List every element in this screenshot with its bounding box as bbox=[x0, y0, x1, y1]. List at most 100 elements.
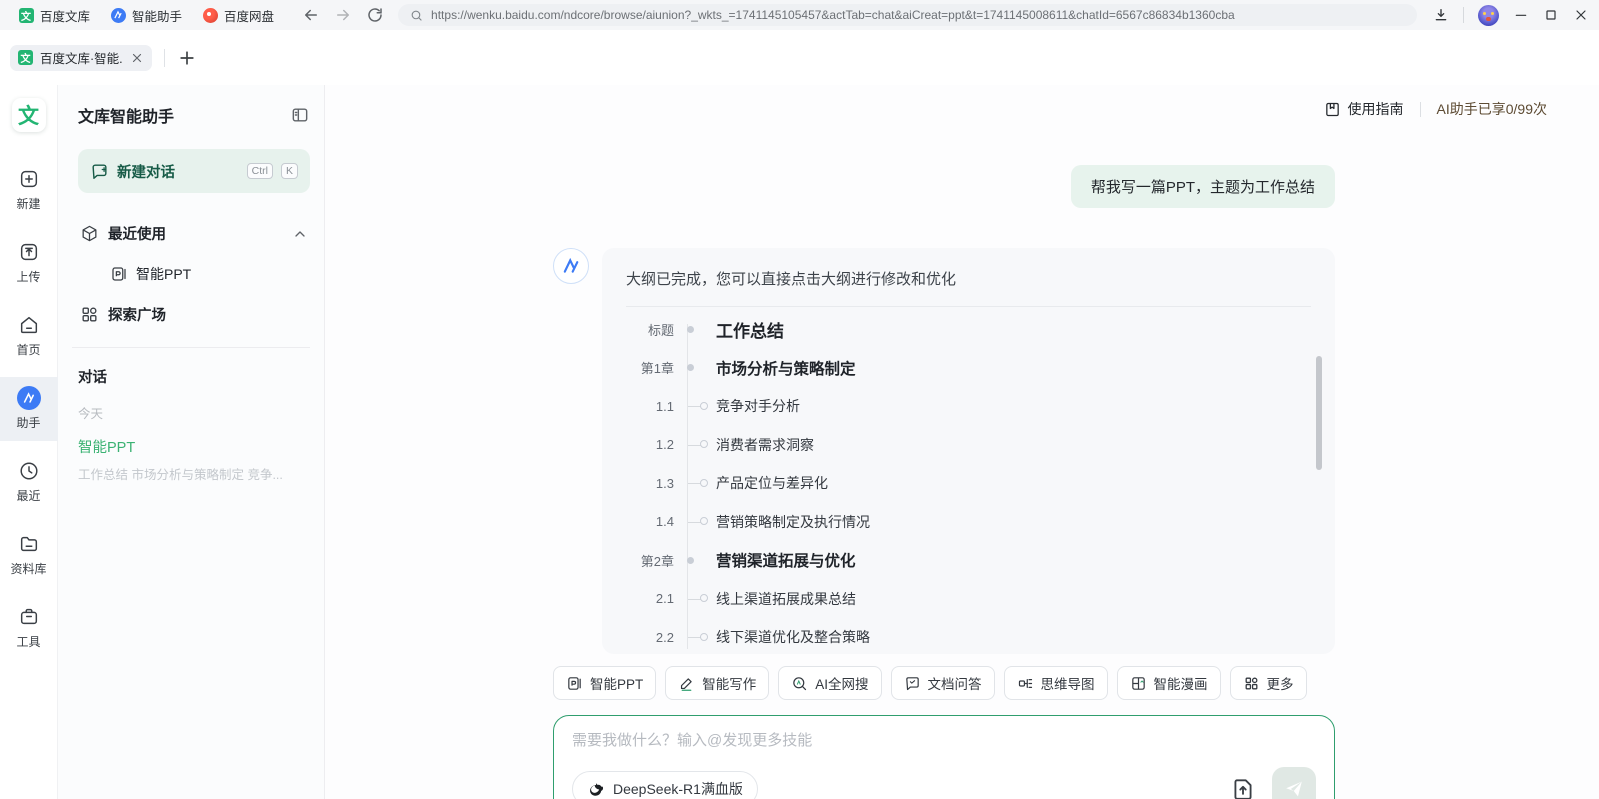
conversation-subtitle: 工作总结 市场分析与策略制定 竞争... bbox=[78, 464, 303, 483]
kbd-ctrl: Ctrl bbox=[247, 163, 273, 179]
outline-row[interactable]: 2.1 线上渠道拓展成果总结 bbox=[626, 580, 1335, 619]
outline-row[interactable]: 1.1 竞争对手分析 bbox=[626, 387, 1335, 426]
rail-item-tools[interactable]: 工具 bbox=[0, 596, 58, 660]
outline-row[interactable]: 第1章 市场分析与策略制定 bbox=[626, 349, 1335, 388]
outline-row[interactable]: 1.3 产品定位与差异化 bbox=[626, 464, 1335, 503]
tab-favicon: 文 bbox=[18, 50, 33, 65]
skill-comic[interactable]: 智能漫画 bbox=[1117, 666, 1221, 700]
more-grid-icon bbox=[1243, 675, 1260, 692]
rail-item-recent[interactable]: 最近 bbox=[0, 450, 58, 514]
divider bbox=[1463, 7, 1464, 23]
bookmark-wenku[interactable]: 文 百度文库 bbox=[10, 3, 98, 28]
new-icon bbox=[17, 167, 41, 191]
outline-row[interactable]: 第2章 营销渠道拓展与优化 bbox=[626, 541, 1335, 580]
deepseek-whale-icon bbox=[587, 780, 605, 798]
url-search-icon bbox=[410, 9, 423, 22]
rail-item-new[interactable]: 新建 bbox=[0, 158, 58, 222]
ppt-outline: 标题 工作总结 第1章 市场分析与策略制定 1.1 竞争对手分析 bbox=[626, 310, 1335, 654]
address-bar[interactable]: https://wenku.baidu.com/ndcore/browse/ai… bbox=[398, 4, 1417, 26]
assistant-icon bbox=[17, 386, 41, 410]
left-rail: 文 新建 上传 首页 助手 最近 资料库 工具 bbox=[0, 85, 58, 799]
user-message-bubble: 帮我写一篇PPT，主题为工作总结 bbox=[1071, 165, 1335, 208]
kbd-k: K bbox=[281, 163, 298, 179]
upload-icon bbox=[17, 240, 41, 264]
new-tab-icon[interactable] bbox=[177, 48, 197, 68]
home-icon bbox=[17, 313, 41, 337]
minimize-icon[interactable] bbox=[1513, 7, 1529, 23]
comic-icon bbox=[1130, 675, 1147, 692]
outline-row[interactable]: 标题 工作总结 bbox=[626, 310, 1335, 349]
forward-icon[interactable] bbox=[334, 6, 352, 24]
skill-doc-qa[interactable]: 文档问答 bbox=[891, 666, 995, 700]
chat-input[interactable] bbox=[572, 732, 1316, 749]
usage-guide-button[interactable]: 使用指南 bbox=[1324, 99, 1404, 119]
ai-assistant-avatar bbox=[553, 248, 589, 284]
netdisk-logo-icon bbox=[202, 7, 218, 23]
sidebar-item-explore[interactable]: 探索广场 bbox=[78, 294, 310, 335]
send-button[interactable] bbox=[1272, 767, 1316, 799]
close-icon[interactable] bbox=[1573, 7, 1589, 23]
chat-composer: DeepSeek-R1满血版 bbox=[553, 715, 1335, 799]
bookmark-assistant[interactable]: 智能助手 bbox=[102, 3, 190, 28]
assistant-sidebar: 文库智能助手 新建对话 Ctrl K 最近使用 智能PPT 探索广场 对话 今天… bbox=[58, 85, 325, 799]
model-name: DeepSeek-R1满血版 bbox=[613, 779, 743, 799]
search-icon bbox=[791, 675, 808, 692]
attach-file-icon[interactable] bbox=[1230, 776, 1256, 799]
conversations-date-group: 今天 bbox=[78, 393, 310, 426]
ai-message-text: 大纲已完成，您可以直接点击大纲进行修改和优化 bbox=[626, 268, 1335, 289]
chevron-up-icon[interactable] bbox=[292, 226, 308, 242]
outline-scrollbar[interactable] bbox=[1316, 356, 1322, 470]
maximize-icon[interactable] bbox=[1543, 7, 1559, 23]
bookmark-label: 智能助手 bbox=[132, 6, 182, 25]
sidebar-item-smart-ppt[interactable]: 智能PPT bbox=[78, 254, 310, 294]
ai-message-card: 大纲已完成，您可以直接点击大纲进行修改和优化 标题 工作总结 第1章 市场分 bbox=[602, 248, 1335, 654]
assistant-logo-icon bbox=[110, 7, 126, 23]
wenku-app-logo[interactable]: 文 bbox=[12, 98, 46, 132]
bookmark-netdisk[interactable]: 百度网盘 bbox=[194, 3, 282, 28]
rail-item-assistant[interactable]: 助手 bbox=[0, 377, 58, 441]
ppt-icon bbox=[110, 265, 128, 283]
collapse-panel-icon[interactable] bbox=[290, 105, 310, 125]
rail-item-upload[interactable]: 上传 bbox=[0, 231, 58, 295]
ppt-icon bbox=[566, 675, 583, 692]
bookmark-label: 百度网盘 bbox=[224, 6, 274, 25]
skill-more[interactable]: 更多 bbox=[1230, 666, 1307, 700]
divider bbox=[164, 49, 165, 67]
divider bbox=[626, 306, 1311, 307]
conversation-item[interactable]: 智能PPT 工作总结 市场分析与策略制定 竞争... bbox=[78, 426, 310, 487]
sidebar-title: 文库智能助手 bbox=[78, 103, 174, 127]
model-selector[interactable]: DeepSeek-R1满血版 bbox=[572, 771, 758, 799]
back-icon[interactable] bbox=[302, 6, 320, 24]
folder-icon bbox=[17, 532, 41, 556]
divider bbox=[1420, 102, 1421, 117]
outline-row[interactable]: 2.2 线下渠道优化及整合策略 bbox=[626, 618, 1335, 654]
skill-ai-search[interactable]: AI全网搜 bbox=[778, 666, 881, 700]
main-content: 使用指南 AI助手已享0/99次 帮我写一篇PPT，主题为工作总结 大纲已完成，… bbox=[325, 85, 1599, 799]
skill-smart-writing[interactable]: 智能写作 bbox=[665, 666, 769, 700]
browser-toolbar: 文 百度文库 智能助手 百度网盘 https://wenku.baidu.com… bbox=[0, 0, 1599, 30]
pencil-icon bbox=[678, 675, 695, 692]
skill-mindmap[interactable]: 思维导图 bbox=[1004, 666, 1108, 700]
send-plane-icon bbox=[1283, 778, 1305, 799]
browser-profile-avatar[interactable] bbox=[1478, 5, 1499, 26]
refresh-icon[interactable] bbox=[366, 6, 384, 24]
rail-item-home[interactable]: 首页 bbox=[0, 304, 58, 368]
tab-close-icon[interactable] bbox=[130, 51, 144, 65]
browser-tab[interactable]: 文 百度文库·智能... bbox=[10, 45, 152, 71]
outline-row[interactable]: 1.2 消费者需求洞察 bbox=[626, 426, 1335, 465]
new-chat-button[interactable]: 新建对话 Ctrl K bbox=[78, 149, 310, 193]
grid-icon bbox=[80, 305, 99, 324]
mindmap-icon bbox=[1017, 675, 1034, 692]
rail-item-library[interactable]: 资料库 bbox=[0, 523, 58, 587]
chat-plus-icon bbox=[90, 162, 109, 181]
skill-toolbar: 智能PPT 智能写作 AI全网搜 文档问答 思维导图 bbox=[553, 666, 1335, 700]
conversations-header: 对话 bbox=[78, 358, 310, 393]
sidebar-group-recent[interactable]: 最近使用 bbox=[78, 213, 310, 254]
tab-title: 百度文库·智能... bbox=[40, 48, 123, 67]
wenku-logo-icon: 文 bbox=[18, 7, 34, 23]
divider bbox=[72, 347, 310, 348]
skill-smart-ppt[interactable]: 智能PPT bbox=[553, 666, 656, 700]
quota-label[interactable]: AI助手已享0/99次 bbox=[1437, 99, 1547, 119]
outline-row[interactable]: 1.4 营销策略制定及执行情况 bbox=[626, 503, 1335, 542]
download-icon[interactable] bbox=[1433, 7, 1449, 23]
